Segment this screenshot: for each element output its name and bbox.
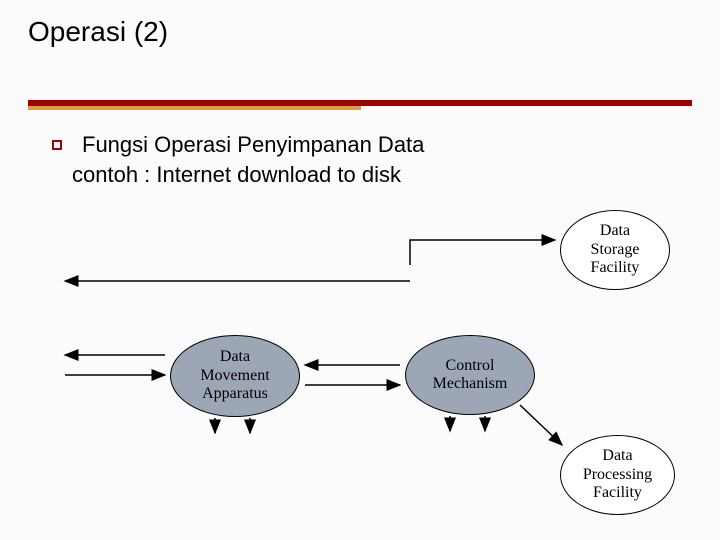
slide-title: Operasi (2) — [28, 16, 168, 48]
node-control-mechanism: ControlMechanism — [405, 335, 535, 415]
node-data-storage: DataStorageFacility — [560, 210, 670, 290]
node-data-movement: DataMovementApparatus — [170, 335, 300, 417]
node-control-mechanism-label: ControlMechanism — [433, 357, 508, 394]
bullet-icon — [52, 140, 62, 150]
node-data-processing-label: DataProcessingFacility — [583, 447, 652, 502]
node-data-processing: DataProcessingFacility — [560, 435, 675, 515]
bullet-line-2: contoh : Internet download to disk — [72, 162, 401, 188]
title-rule-accent — [28, 106, 361, 110]
bullet-line-1: Fungsi Operasi Penyimpanan Data — [82, 132, 424, 158]
node-data-storage-label: DataStorageFacility — [591, 222, 640, 277]
node-data-movement-label: DataMovementApparatus — [200, 348, 269, 403]
